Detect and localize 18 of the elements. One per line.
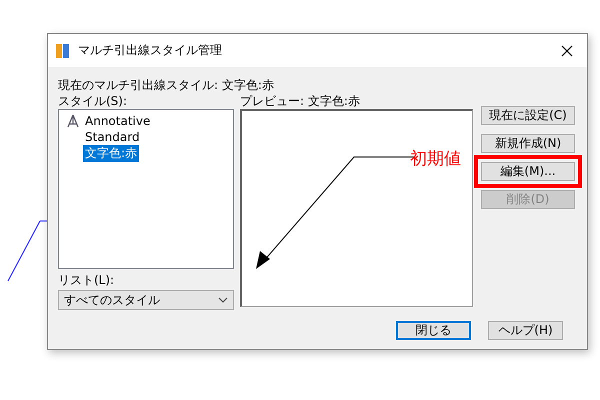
- style-item[interactable]: 文字色:赤: [83, 144, 140, 162]
- action-button[interactable]: 新規作成(N): [481, 134, 575, 153]
- list-dropdown[interactable]: すべてのスタイル: [58, 290, 234, 310]
- style-item[interactable]: Annotative: [83, 114, 152, 128]
- window-title: マルチ引出線スタイル管理: [78, 42, 223, 59]
- close-icon[interactable]: [561, 44, 573, 56]
- preview-label: プレビュー: 文字色:赤: [240, 94, 361, 109]
- style-item[interactable]: Standard: [83, 130, 142, 144]
- current-style-label: 現在のマルチ引出線スタイル: 文字色:赤: [58, 78, 275, 93]
- styles-label: スタイル(S):: [58, 94, 128, 109]
- dialog-button[interactable]: ヘルプ(H): [488, 321, 563, 340]
- dialog-button[interactable]: 閉じる: [396, 321, 471, 340]
- chevron-down-icon: [218, 297, 228, 303]
- action-button[interactable]: 現在に設定(C): [481, 106, 575, 125]
- action-button[interactable]: 編集(M)...: [481, 162, 575, 181]
- list-label: リスト(L):: [58, 273, 116, 288]
- preview-text: 初期値: [410, 148, 461, 170]
- app-icon: [56, 42, 70, 58]
